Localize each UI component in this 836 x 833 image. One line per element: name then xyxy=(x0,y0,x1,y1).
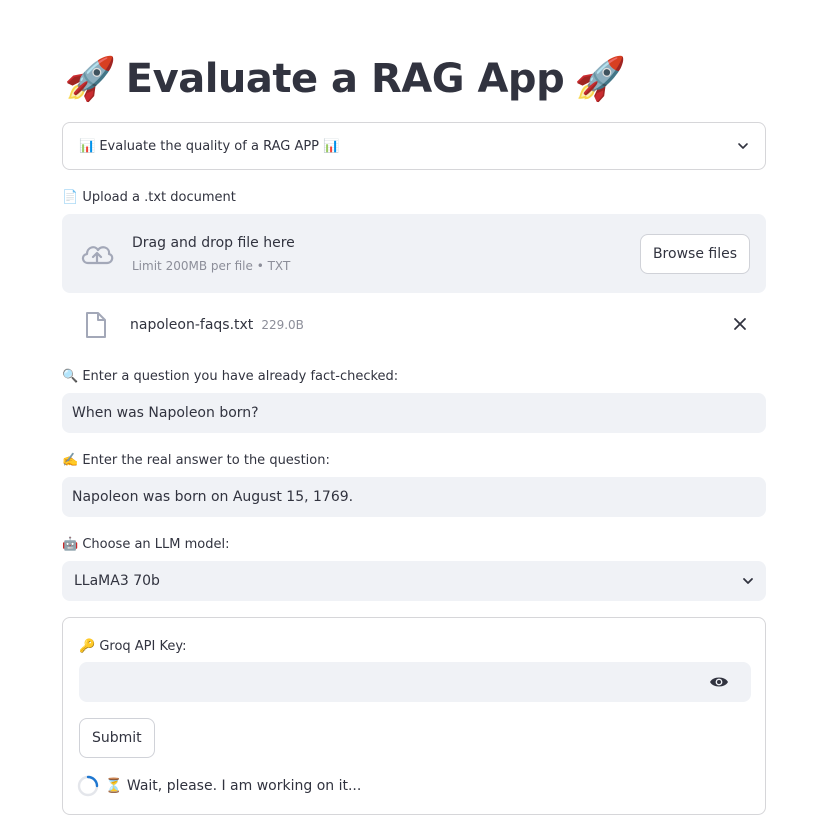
api-form: 🔑 Groq API Key: Submit ⏳ Wait, please. I… xyxy=(62,617,766,815)
expander-label: 📊 Evaluate the quality of a RAG APP 📊 xyxy=(79,138,340,154)
file-name: napoleon-faqs.txt xyxy=(130,317,254,333)
close-icon[interactable] xyxy=(732,316,748,332)
loading-spinner-icon xyxy=(77,775,99,797)
dropzone-subtitle: Limit 200MB per file • TXT xyxy=(132,258,291,273)
cloud-upload-icon xyxy=(81,245,114,264)
upload-label: 📄 Upload a .txt document xyxy=(62,190,236,205)
eye-icon[interactable] xyxy=(709,674,729,690)
rocket-icon: 🚀 xyxy=(574,54,626,103)
model-select[interactable]: LLaMA3 70b xyxy=(62,561,766,601)
browse-files-button[interactable]: Browse files xyxy=(639,233,750,274)
page-title-text: Evaluate a RAG App xyxy=(125,56,565,102)
chevron-down-icon xyxy=(738,143,748,149)
chevron-down-icon xyxy=(743,578,753,584)
model-selected-value: LLaMA3 70b xyxy=(74,573,160,589)
rocket-icon: 🚀 xyxy=(64,54,116,103)
page-title: 🚀 Evaluate a RAG App 🚀 xyxy=(64,52,626,106)
question-label: 🔍 Enter a question you have already fact… xyxy=(62,369,399,384)
file-size: 229.0B xyxy=(261,318,304,332)
status-row: ⏳ Wait, please. I am working on it... xyxy=(77,774,361,798)
file-dropzone[interactable]: Drag and drop file here Limit 200MB per … xyxy=(62,214,766,293)
uploaded-file: napoleon-faqs.txt 229.0B xyxy=(62,306,766,344)
submit-button[interactable]: Submit xyxy=(79,718,155,758)
model-label: 🤖 Choose an LLM model: xyxy=(62,537,230,552)
answer-input[interactable] xyxy=(62,477,766,517)
answer-label: ✍️ Enter the real answer to the question… xyxy=(62,453,330,468)
evaluate-expander[interactable]: 📊 Evaluate the quality of a RAG APP 📊 xyxy=(62,122,766,170)
dropzone-title: Drag and drop file here xyxy=(132,234,295,251)
status-text: ⏳ Wait, please. I am working on it... xyxy=(105,778,362,794)
question-input[interactable] xyxy=(62,393,766,433)
api-key-label: 🔑 Groq API Key: xyxy=(79,639,187,654)
api-key-input[interactable] xyxy=(79,662,751,702)
file-icon xyxy=(86,312,106,338)
